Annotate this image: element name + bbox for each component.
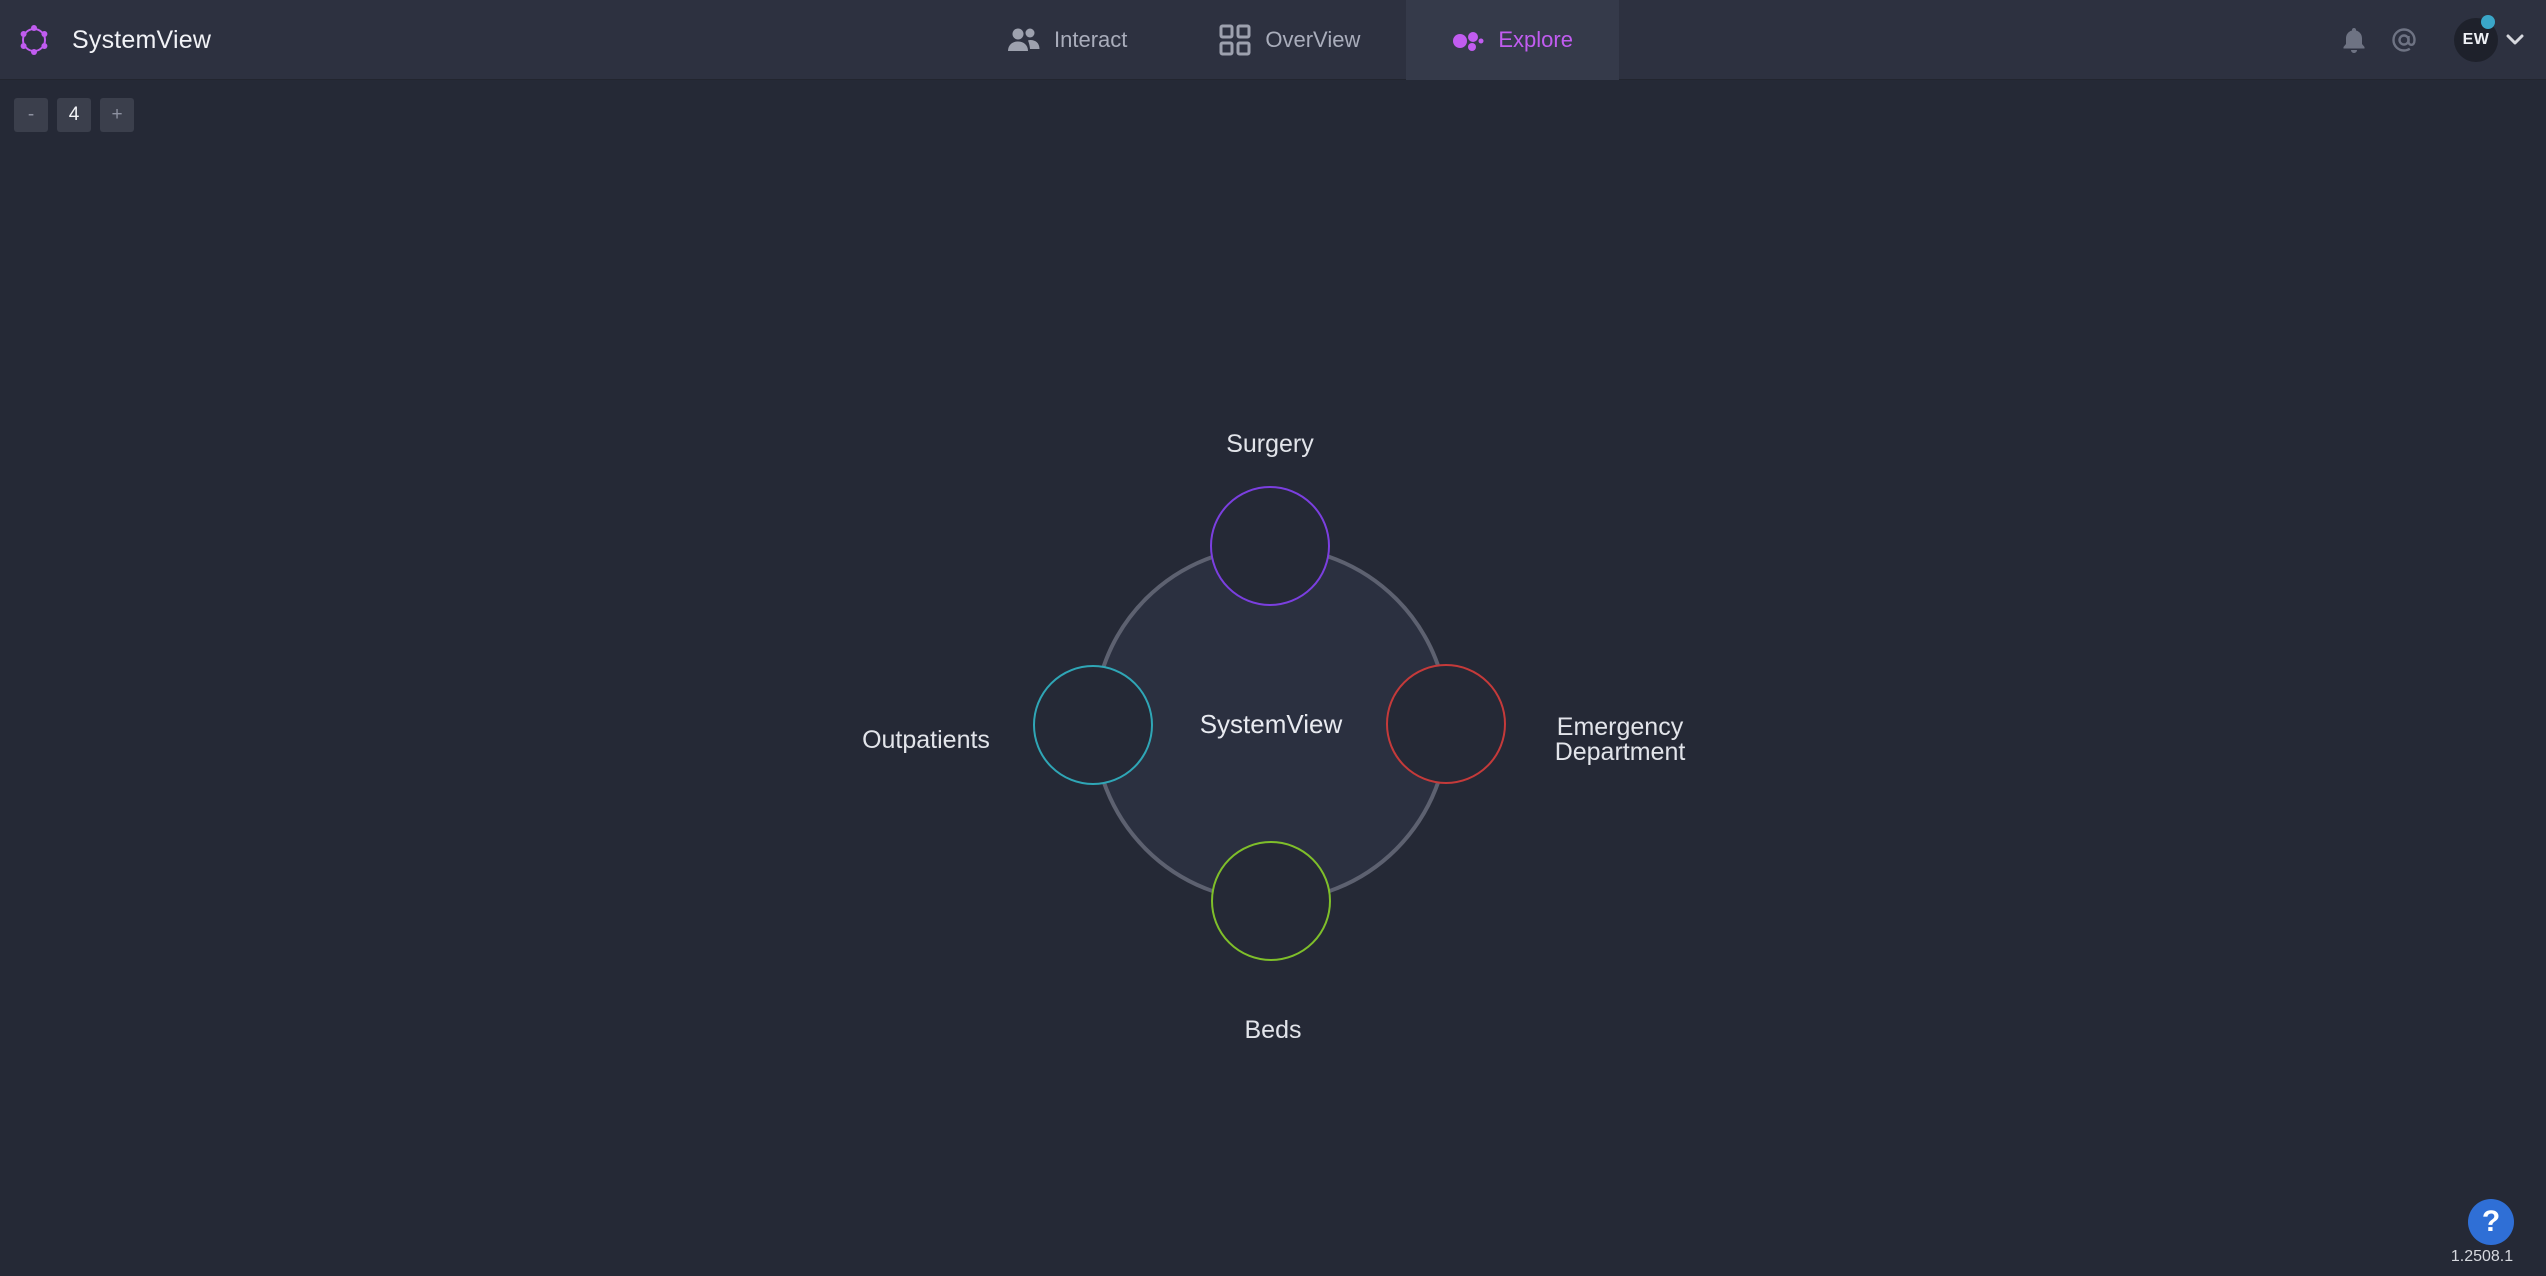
at-icon — [2392, 28, 2416, 52]
avatar: EW — [2454, 15, 2498, 62]
tab-explore-label: Explore — [1498, 27, 1573, 52]
node-emergency-department-label[interactable]: Emergency Department — [1530, 715, 1710, 765]
tab-overview[interactable]: OverView — [1173, 0, 1406, 80]
node-surgery-label[interactable]: Surgery — [1170, 432, 1370, 457]
users-icon — [1008, 28, 1040, 51]
node-beds-label[interactable]: Beds — [1173, 1018, 1373, 1043]
user-initials: EW — [2462, 31, 2490, 48]
bell-icon — [2343, 28, 2365, 53]
version-label: 1.2508.1 — [2450, 1248, 2514, 1265]
node-beds[interactable] — [1211, 841, 1331, 961]
user-menu[interactable]: EW — [2454, 15, 2524, 62]
system-diagram — [1033, 486, 1506, 961]
help-button[interactable]: ? — [2468, 1199, 2514, 1245]
main-tabs: Interact OverView Explore — [962, 0, 1619, 80]
tab-overview-label: OverView — [1265, 27, 1361, 52]
tab-explore[interactable]: Explore — [1406, 0, 1619, 80]
diagram-center-label: SystemView — [1199, 709, 1343, 739]
node-emergency-department[interactable] — [1386, 664, 1506, 784]
top-navigation-bar: SystemView Interact OverView Explore EW — [0, 0, 2546, 80]
level-stepper: - 4 + — [14, 98, 134, 132]
level-decrease-button[interactable]: - — [14, 98, 48, 132]
brand-home-link[interactable]: SystemView — [18, 0, 211, 80]
explore-icon — [1453, 32, 1484, 51]
node-emergency-department-label-line-2: Department — [1554, 738, 1686, 766]
user-status-dot — [2481, 15, 2495, 29]
app-name: SystemView — [72, 25, 212, 54]
tab-interact-label: Interact — [1054, 27, 1128, 52]
node-emergency-department-label-line-1: Emergency — [1556, 713, 1684, 741]
node-surgery[interactable] — [1210, 486, 1330, 606]
node-outpatients-label[interactable]: Outpatients — [826, 728, 1026, 753]
notifications-button[interactable] — [2340, 26, 2368, 54]
systemview-logo-icon — [20, 25, 48, 55]
level-value: 4 — [57, 98, 91, 132]
tab-interact[interactable]: Interact — [962, 0, 1173, 80]
header-tools: EW — [2340, 0, 2524, 80]
grid-icon — [1219, 24, 1251, 56]
mentions-button[interactable] — [2390, 26, 2418, 54]
node-outpatients[interactable] — [1033, 665, 1153, 785]
chevron-down-icon — [2506, 34, 2524, 45]
level-increase-button[interactable]: + — [100, 98, 134, 132]
